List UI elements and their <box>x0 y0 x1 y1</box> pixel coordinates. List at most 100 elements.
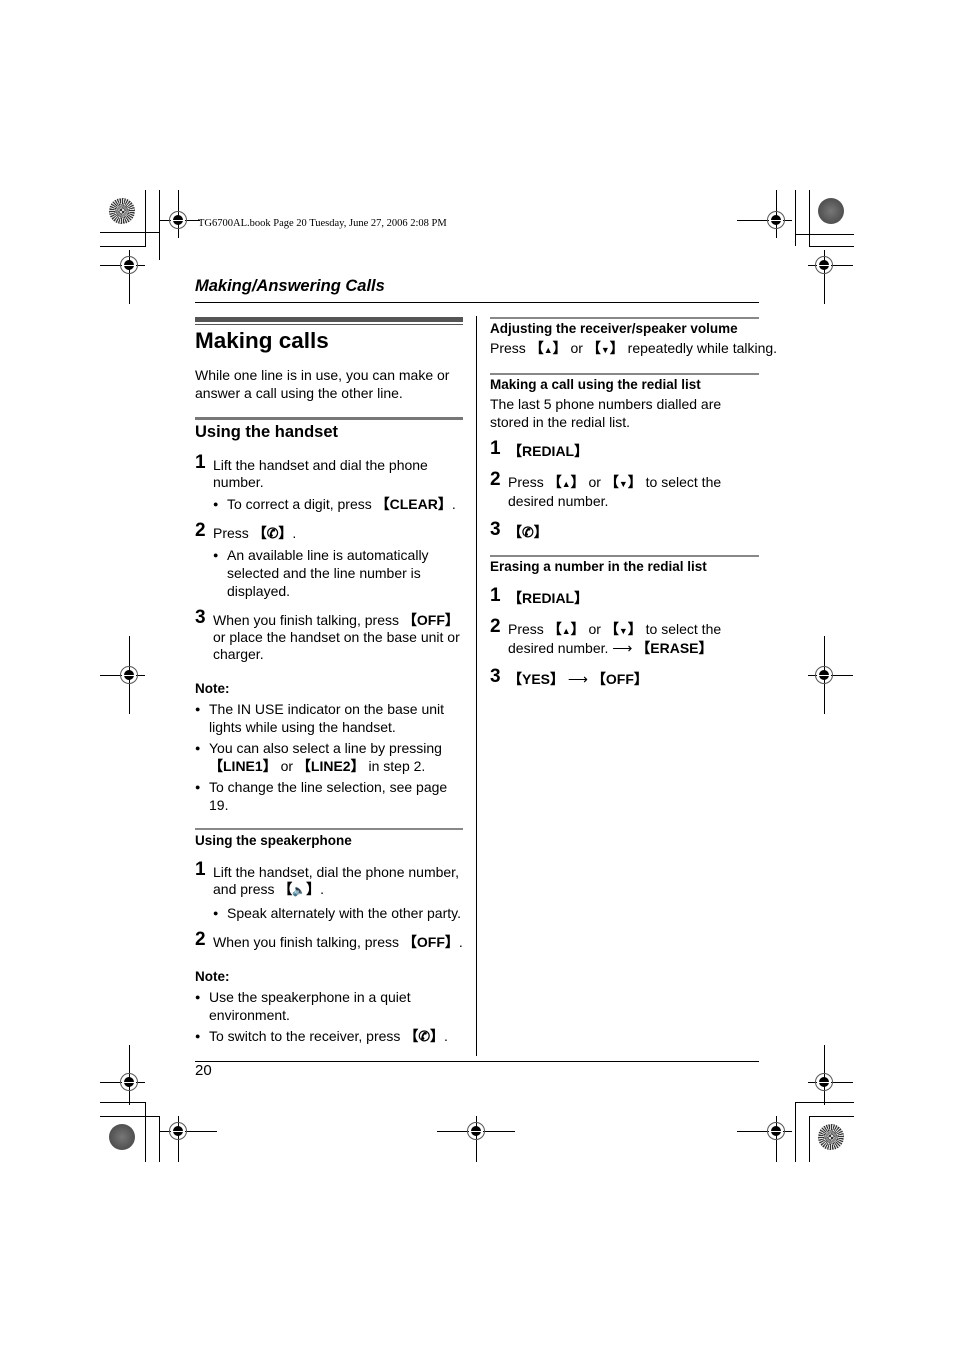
registration-disc-icon <box>109 1124 135 1150</box>
line1-key: 【LINE1】 <box>209 758 277 774</box>
speaker-icon: 🔈 <box>292 885 307 897</box>
section-rule <box>490 317 759 319</box>
step-item: 1 【REDIAL】 <box>490 438 760 460</box>
note-item: Use the speakerphone in a quiet environm… <box>195 988 467 1024</box>
section-rule <box>490 555 759 557</box>
step-item: 3 When you finish talking, press 【OFF】 o… <box>195 607 460 662</box>
down-key: 【▼】 <box>604 621 642 637</box>
phone-handset-icon: ✆ <box>266 525 279 541</box>
volume-heading: Adjusting the receiver/speaker volume <box>490 321 738 336</box>
note-item: You can also select a line by pressing 【… <box>195 739 465 775</box>
bullet-item: Speak alternately with the other party. <box>213 904 467 922</box>
note-item: The IN USE indicator on the base unit li… <box>195 700 465 736</box>
section-rule <box>195 828 463 830</box>
volume-text: Press 【▲】 or 【▼】 repeatedly while talkin… <box>490 340 778 356</box>
step-item: 2 Press 【▲】 or 【▼】 to select the desired… <box>490 469 722 509</box>
redial-heading: Making a call using the redial list <box>490 377 701 392</box>
step-number: 1 <box>490 585 501 606</box>
registration-disc-icon <box>818 198 844 224</box>
speakerphone-steps: 1 Lift the handset, dial the phone numbe… <box>195 859 467 1045</box>
step-number: 2 <box>195 520 206 541</box>
header-rule <box>195 302 759 303</box>
step-number: 1 <box>195 452 206 473</box>
crop-mark <box>159 1116 160 1162</box>
intro-text: While one line is in use, you can make o… <box>195 367 450 401</box>
off-key: 【OFF】 <box>591 671 648 687</box>
redial-steps: 1 【REDIAL】 2 Press 【▲】 or 【▼】 to select … <box>490 438 760 541</box>
step-item: 3 【✆】 <box>490 520 760 541</box>
erase-key: 【ERASE】 <box>636 640 713 656</box>
registration-mark-icon <box>815 1073 833 1091</box>
title-rule <box>195 317 463 322</box>
crop-mark <box>159 190 160 260</box>
column-divider <box>476 316 477 1056</box>
crop-mark <box>795 190 796 246</box>
bullet-item: An available line is automatically selec… <box>213 546 457 600</box>
registration-mark-icon <box>767 1122 785 1140</box>
crop-mark <box>809 246 854 247</box>
up-key: 【▲】 <box>547 474 585 490</box>
step-number: 1 <box>195 859 206 880</box>
note-label: Note: <box>195 969 230 984</box>
crop-mark <box>809 190 810 246</box>
off-key: 【OFF】 <box>402 934 459 950</box>
step-item: 1 Lift the handset and dial the phone nu… <box>195 452 465 491</box>
phone-handset-icon: ✆ <box>418 1028 431 1044</box>
section-rule <box>195 417 463 420</box>
title-rule-thin <box>195 324 463 325</box>
crop-mark <box>145 190 146 246</box>
crop-mark <box>100 232 160 233</box>
registration-mark-icon <box>169 211 187 229</box>
phone-handset-icon: ✆ <box>522 524 534 540</box>
up-key: 【▲】 <box>529 340 567 356</box>
step-item: 2 When you finish talking, press 【OFF】. <box>195 929 463 950</box>
footer-rule <box>195 1061 759 1062</box>
section-rule <box>490 373 759 375</box>
down-key: 【▼】 <box>586 340 624 356</box>
page-number: 20 <box>195 1062 212 1079</box>
registration-mark-icon <box>767 211 785 229</box>
registration-mark-icon <box>815 666 833 684</box>
redial-text: The last 5 phone numbers dialled are sto… <box>490 396 722 430</box>
step-item: 2 Press 【✆】. <box>195 520 297 541</box>
registration-disc-icon <box>109 198 135 224</box>
erase-heading: Erasing a number in the redial list <box>490 559 707 574</box>
yes-key: 【YES】 <box>508 671 565 687</box>
bullet-item: To correct a digit, press 【CLEAR】. <box>213 495 465 513</box>
step-number: 2 <box>490 616 501 637</box>
page-title: Making calls <box>195 328 329 353</box>
print-header: TG6700AL.book Page 20 Tuesday, June 27, … <box>198 218 447 229</box>
speaker-key: 【🔈】 <box>278 881 321 897</box>
step-item: 3 【YES】 ⟶ 【OFF】 <box>490 666 760 688</box>
crop-mark <box>809 1116 854 1117</box>
registration-mark-icon <box>815 256 833 274</box>
talk-key: 【✆】 <box>252 525 293 541</box>
arrow-right-icon: ⟶ <box>567 671 588 687</box>
redial-key: 【REDIAL】 <box>508 590 589 606</box>
erase-steps: 1 【REDIAL】 2 Press 【▲】 or 【▼】 to select … <box>490 585 760 688</box>
crop-mark <box>100 1116 160 1117</box>
note-label: Note: <box>195 681 230 696</box>
registration-mark-icon <box>120 1073 138 1091</box>
registration-mark-icon <box>467 1122 485 1140</box>
handset-heading: Using the handset <box>195 423 339 441</box>
crop-mark <box>100 1102 146 1103</box>
talk-key: 【✆】 <box>404 1028 445 1044</box>
down-key: 【▼】 <box>604 474 642 490</box>
arrow-right-icon: ⟶ <box>612 640 633 656</box>
registration-mark-icon <box>169 1122 187 1140</box>
crop-mark <box>809 1116 810 1162</box>
step-item: 2 Press 【▲】 or 【▼】 to select the desired… <box>490 616 722 656</box>
clear-key: 【CLEAR】 <box>375 496 452 512</box>
note-item: To change the line selection, see page 1… <box>195 778 465 814</box>
registration-mark-icon <box>120 256 138 274</box>
up-key: 【▲】 <box>547 621 585 637</box>
step-number: 3 <box>490 666 501 687</box>
section-title: Making/Answering Calls <box>195 277 385 295</box>
handset-steps: 1 Lift the handset and dial the phone nu… <box>195 452 465 814</box>
step-number: 1 <box>490 438 501 459</box>
step-item: 1 Lift the handset, dial the phone numbe… <box>195 859 459 897</box>
registration-disc-icon <box>818 1124 844 1150</box>
step-number: 2 <box>490 469 501 490</box>
talk-key: 【✆】 <box>508 524 548 540</box>
